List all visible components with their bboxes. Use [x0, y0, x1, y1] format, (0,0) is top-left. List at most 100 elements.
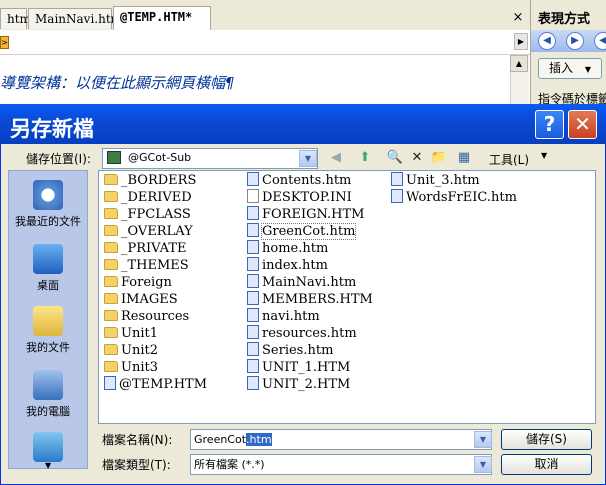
- file-name: Foreign: [121, 275, 172, 290]
- file-name: WordsFrEIC.htm: [406, 190, 517, 205]
- folder-icon: [104, 174, 118, 185]
- file-item[interactable]: Series.htm: [247, 342, 333, 359]
- panel-title: 表現方式: [538, 12, 591, 27]
- file-item[interactable]: @TEMP.HTM: [104, 376, 207, 393]
- place-my-computer[interactable]: 我的電腦: [8, 370, 88, 419]
- html-file-icon: [247, 342, 259, 356]
- file-name: Resources: [121, 309, 190, 324]
- filename-label: 檔案名稱(N):: [102, 433, 173, 447]
- tools-menu[interactable]: 工具(L): [489, 151, 529, 168]
- folder-icon: [104, 293, 118, 304]
- file-item[interactable]: Unit1: [104, 325, 158, 342]
- file-name: Contents.htm: [262, 173, 352, 188]
- filename-input[interactable]: GreenCot.htm: [190, 429, 492, 450]
- folder-icon: [104, 310, 118, 321]
- web-folder-icon: [107, 151, 121, 164]
- html-file-icon: [247, 359, 259, 373]
- place-desktop[interactable]: 桌面: [8, 244, 88, 293]
- close-button[interactable]: ✕: [568, 110, 597, 139]
- desktop-icon: [33, 244, 63, 274]
- file-name: _DERIVED: [121, 190, 192, 205]
- ruler-scroll-right-icon[interactable]: ▶: [514, 33, 528, 50]
- my-computer-icon: [33, 370, 63, 400]
- file-item[interactable]: Contents.htm: [247, 172, 351, 189]
- tab-temp-htm[interactable]: @TEMP.HTM*: [113, 6, 211, 30]
- chevron-down-icon[interactable]: ▼: [474, 431, 492, 448]
- filetype-label: 檔案類型(T):: [102, 458, 171, 472]
- html-file-icon: [247, 308, 259, 322]
- file-item[interactable]: _THEMES: [104, 257, 189, 274]
- file-item[interactable]: IMAGES: [104, 291, 178, 308]
- cancel-button[interactable]: 取消: [501, 454, 592, 475]
- folder-icon: [104, 259, 118, 270]
- file-item[interactable]: Unit3: [104, 359, 158, 376]
- file-item[interactable]: Resources: [104, 308, 189, 325]
- up-folder-icon[interactable]: ⬆: [356, 149, 374, 167]
- html-file-icon: [104, 376, 116, 390]
- file-item[interactable]: Unit_3.htm: [391, 172, 480, 189]
- file-item[interactable]: MainNavi.htm: [247, 274, 356, 291]
- file-item[interactable]: UNIT_1.HTM: [247, 359, 350, 376]
- html-file-icon: [247, 240, 259, 254]
- file-name: navi.htm: [262, 309, 320, 324]
- chevron-down-icon[interactable]: ▼: [474, 456, 492, 473]
- file-item[interactable]: DESKTOP.INI: [247, 189, 352, 206]
- search-web-icon[interactable]: 🔍: [386, 149, 404, 167]
- place-my-documents[interactable]: 我的文件: [8, 306, 88, 355]
- file-item[interactable]: _FPCLASS: [104, 206, 191, 223]
- tab-label: @TEMP.HTM*: [120, 10, 193, 24]
- file-item[interactable]: home.htm: [247, 240, 328, 257]
- file-item[interactable]: _PRIVATE: [104, 240, 187, 257]
- save-button[interactable]: 儲存(S): [501, 429, 592, 450]
- views-menu-icon[interactable]: ▦: [455, 149, 473, 167]
- file-item[interactable]: _OVERLAY: [104, 223, 193, 240]
- help-button[interactable]: ?: [535, 110, 564, 139]
- file-item[interactable]: FOREIGN.HTM: [247, 206, 364, 223]
- file-item[interactable]: MEMBERS.HTM: [247, 291, 373, 308]
- filetype-dropdown[interactable]: 所有檔案 (*.*): [190, 454, 492, 475]
- file-item[interactable]: GreenCot.htm: [247, 223, 357, 240]
- place-label: 我最近的文件: [15, 215, 81, 228]
- place-recent[interactable]: 我最近的文件: [8, 180, 88, 229]
- file-name: index.htm: [262, 258, 328, 273]
- delete-icon[interactable]: ✕: [408, 149, 426, 167]
- ruler-marker-icon[interactable]: >: [0, 36, 9, 49]
- places-scroll-down-icon[interactable]: ▼: [45, 461, 51, 470]
- place-label: 我的電腦: [26, 405, 70, 418]
- file-item[interactable]: _BORDERS: [104, 172, 196, 189]
- file-item[interactable]: _DERIVED: [104, 189, 192, 206]
- folder-icon: [104, 344, 118, 355]
- chevron-down-icon[interactable]: ▼: [541, 151, 547, 160]
- filename-selected-text: .htm: [246, 433, 272, 446]
- new-folder-icon[interactable]: 📁: [430, 149, 448, 167]
- chevron-down-icon: ▼: [584, 65, 591, 74]
- file-item[interactable]: Unit2: [104, 342, 158, 359]
- file-item[interactable]: UNIT_2.HTM: [247, 376, 350, 393]
- editor-text: 導覽架構：以便在此顯示網頁橫幅¶: [0, 74, 235, 92]
- ruler-bar: [0, 30, 530, 55]
- file-item[interactable]: resources.htm: [247, 325, 357, 342]
- back-nav-icon[interactable]: ◀: [538, 32, 556, 50]
- chevron-down-icon[interactable]: ▼: [299, 150, 317, 167]
- folder-icon: [104, 276, 118, 287]
- close-tab-icon[interactable]: ×: [510, 10, 526, 26]
- file-item[interactable]: index.htm: [247, 257, 328, 274]
- forward-nav-icon[interactable]: ▶: [566, 32, 584, 50]
- back-icon[interactable]: ◀: [327, 149, 345, 167]
- tab-mainnavi[interactable]: MainNavi.htm: [28, 8, 122, 29]
- file-name: IMAGES: [121, 292, 178, 307]
- ini-file-icon: [247, 189, 259, 203]
- file-item[interactable]: WordsFrEIC.htm: [391, 189, 517, 206]
- file-name: Series.htm: [262, 343, 334, 358]
- scroll-up-icon[interactable]: ▲: [510, 55, 528, 72]
- tab-htm[interactable]: htm: [0, 8, 31, 29]
- insert-dropdown[interactable]: 插入 ▼: [538, 58, 602, 79]
- home-nav-icon[interactable]: ◀: [594, 32, 606, 50]
- html-file-icon: [247, 376, 259, 390]
- file-item[interactable]: Foreign: [104, 274, 172, 291]
- tab-label: MainNavi.htm: [35, 12, 123, 26]
- file-name: Unit2: [121, 343, 158, 358]
- file-item[interactable]: navi.htm: [247, 308, 320, 325]
- file-name: MEMBERS.HTM: [262, 292, 373, 307]
- file-name: _FPCLASS: [121, 207, 191, 222]
